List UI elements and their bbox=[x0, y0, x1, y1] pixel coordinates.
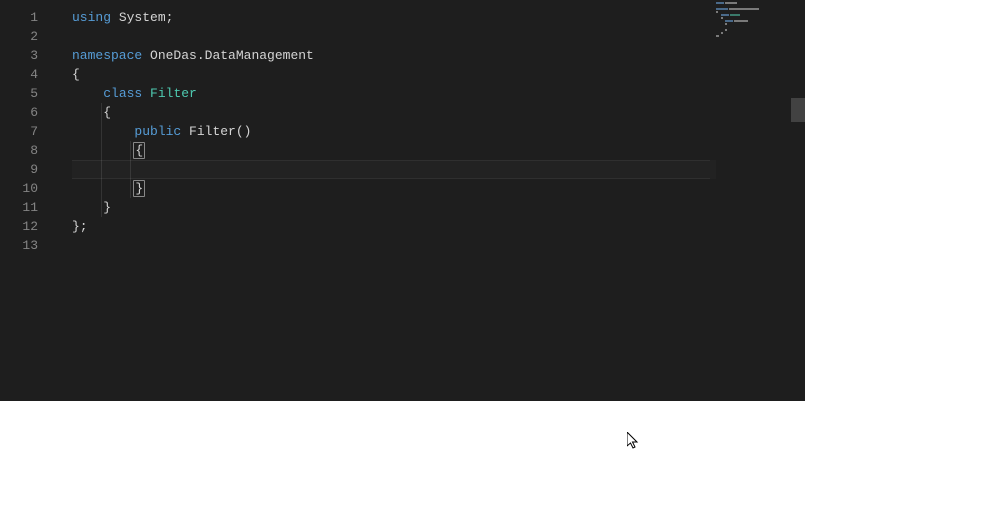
mouse-cursor-icon bbox=[627, 432, 643, 448]
line-number: 5 bbox=[0, 84, 38, 103]
code-line-8[interactable]: { bbox=[72, 141, 805, 160]
code-line-10[interactable]: } bbox=[72, 179, 805, 198]
line-number: 7 bbox=[0, 122, 38, 141]
code-line-9-current[interactable] bbox=[72, 160, 805, 179]
code-line-3[interactable]: namespace OneDas.DataManagement bbox=[72, 46, 805, 65]
open-brace-matched: { bbox=[133, 142, 145, 159]
code-line-6[interactable]: { bbox=[72, 103, 805, 122]
close-brace-matched: } bbox=[133, 180, 145, 197]
line-number-gutter: 1 2 3 4 5 6 7 8 9 10 11 12 13 bbox=[0, 0, 56, 401]
code-line-2[interactable] bbox=[72, 27, 805, 46]
open-brace: { bbox=[72, 67, 80, 82]
constructor-name: Filter bbox=[189, 124, 236, 139]
line-number: 6 bbox=[0, 103, 38, 122]
line-number: 10 bbox=[0, 179, 38, 198]
code-line-7[interactable]: public Filter() bbox=[72, 122, 805, 141]
keyword-namespace: namespace bbox=[72, 48, 142, 63]
close-brace: } bbox=[103, 200, 111, 215]
code-line-5[interactable]: class Filter bbox=[72, 84, 805, 103]
line-number: 9 bbox=[0, 160, 38, 179]
line-number: 1 bbox=[0, 8, 38, 27]
keyword-using: using bbox=[72, 10, 111, 25]
line-number: 2 bbox=[0, 27, 38, 46]
line-number: 11 bbox=[0, 198, 38, 217]
line-number: 4 bbox=[0, 65, 38, 84]
line-number: 8 bbox=[0, 141, 38, 160]
code-line-12[interactable]: }; bbox=[72, 217, 805, 236]
code-line-4[interactable]: { bbox=[72, 65, 805, 84]
line-number: 13 bbox=[0, 236, 38, 255]
vertical-scrollbar[interactable] bbox=[791, 0, 805, 401]
code-line-11[interactable]: } bbox=[72, 198, 805, 217]
identifier: System bbox=[119, 10, 166, 25]
namespace-name: OneDas.DataManagement bbox=[150, 48, 314, 63]
keyword-class: class bbox=[103, 86, 142, 101]
code-content[interactable]: using System; namespace OneDas.DataManag… bbox=[56, 0, 805, 401]
code-line-1[interactable]: using System; bbox=[72, 8, 805, 27]
scrollbar-thumb[interactable] bbox=[791, 98, 805, 122]
open-brace: { bbox=[103, 105, 111, 120]
minimap[interactable] bbox=[716, 2, 791, 399]
class-name: Filter bbox=[150, 86, 197, 101]
line-number: 12 bbox=[0, 217, 38, 236]
keyword-public: public bbox=[134, 124, 181, 139]
close-brace-semi: }; bbox=[72, 219, 88, 234]
code-editor[interactable]: 1 2 3 4 5 6 7 8 9 10 11 12 13 using Syst… bbox=[0, 0, 805, 401]
code-line-13[interactable] bbox=[72, 236, 805, 255]
line-number: 3 bbox=[0, 46, 38, 65]
